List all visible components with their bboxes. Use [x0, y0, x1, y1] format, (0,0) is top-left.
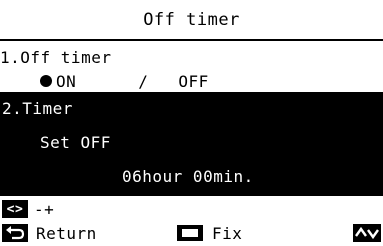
off-timer-screen: Off timer 1.Off timer ON / OFF 2.Timer S…: [0, 0, 383, 246]
menu-item-timer[interactable]: 2.Timer Set OFF 06hour 00min.: [0, 92, 383, 194]
up-down-keys[interactable]: [353, 224, 381, 242]
page-title: Off timer: [143, 9, 240, 30]
menu-item-label: 2.Timer: [2, 98, 73, 118]
fix-key[interactable]: Fix: [177, 224, 242, 243]
radio-selected-icon: [40, 75, 52, 87]
option-off[interactable]: OFF: [178, 72, 208, 91]
option-on[interactable]: ON: [56, 72, 76, 91]
fix-icon: [177, 225, 203, 241]
option-separator: /: [138, 71, 149, 91]
divider: [0, 194, 383, 196]
adjust-label: -+: [34, 199, 55, 219]
timer-sub-label-row: Set OFF: [40, 128, 111, 156]
return-key[interactable]: Return: [2, 224, 97, 243]
menu-item-label: 1.Off timer: [0, 47, 112, 67]
return-label: Return: [36, 223, 97, 243]
title-bar: Off timer: [0, 0, 383, 41]
timer-value[interactable]: 06hour 00min.: [122, 167, 254, 186]
timer-label-row: 2.Timer: [2, 94, 73, 122]
fix-label: Fix: [212, 223, 243, 243]
return-icon: [2, 224, 28, 242]
timer-sub-label: Set OFF: [40, 132, 111, 152]
left-right-keys-icon: <>: [2, 200, 28, 218]
off-timer-options: ON / OFF: [40, 67, 209, 95]
legend-bar: Return Fix: [0, 221, 383, 245]
up-down-keys-icon: [353, 224, 381, 242]
legend-adjust: <> -+: [2, 197, 54, 221]
timer-value-row: 06hour 00min.: [122, 162, 254, 190]
